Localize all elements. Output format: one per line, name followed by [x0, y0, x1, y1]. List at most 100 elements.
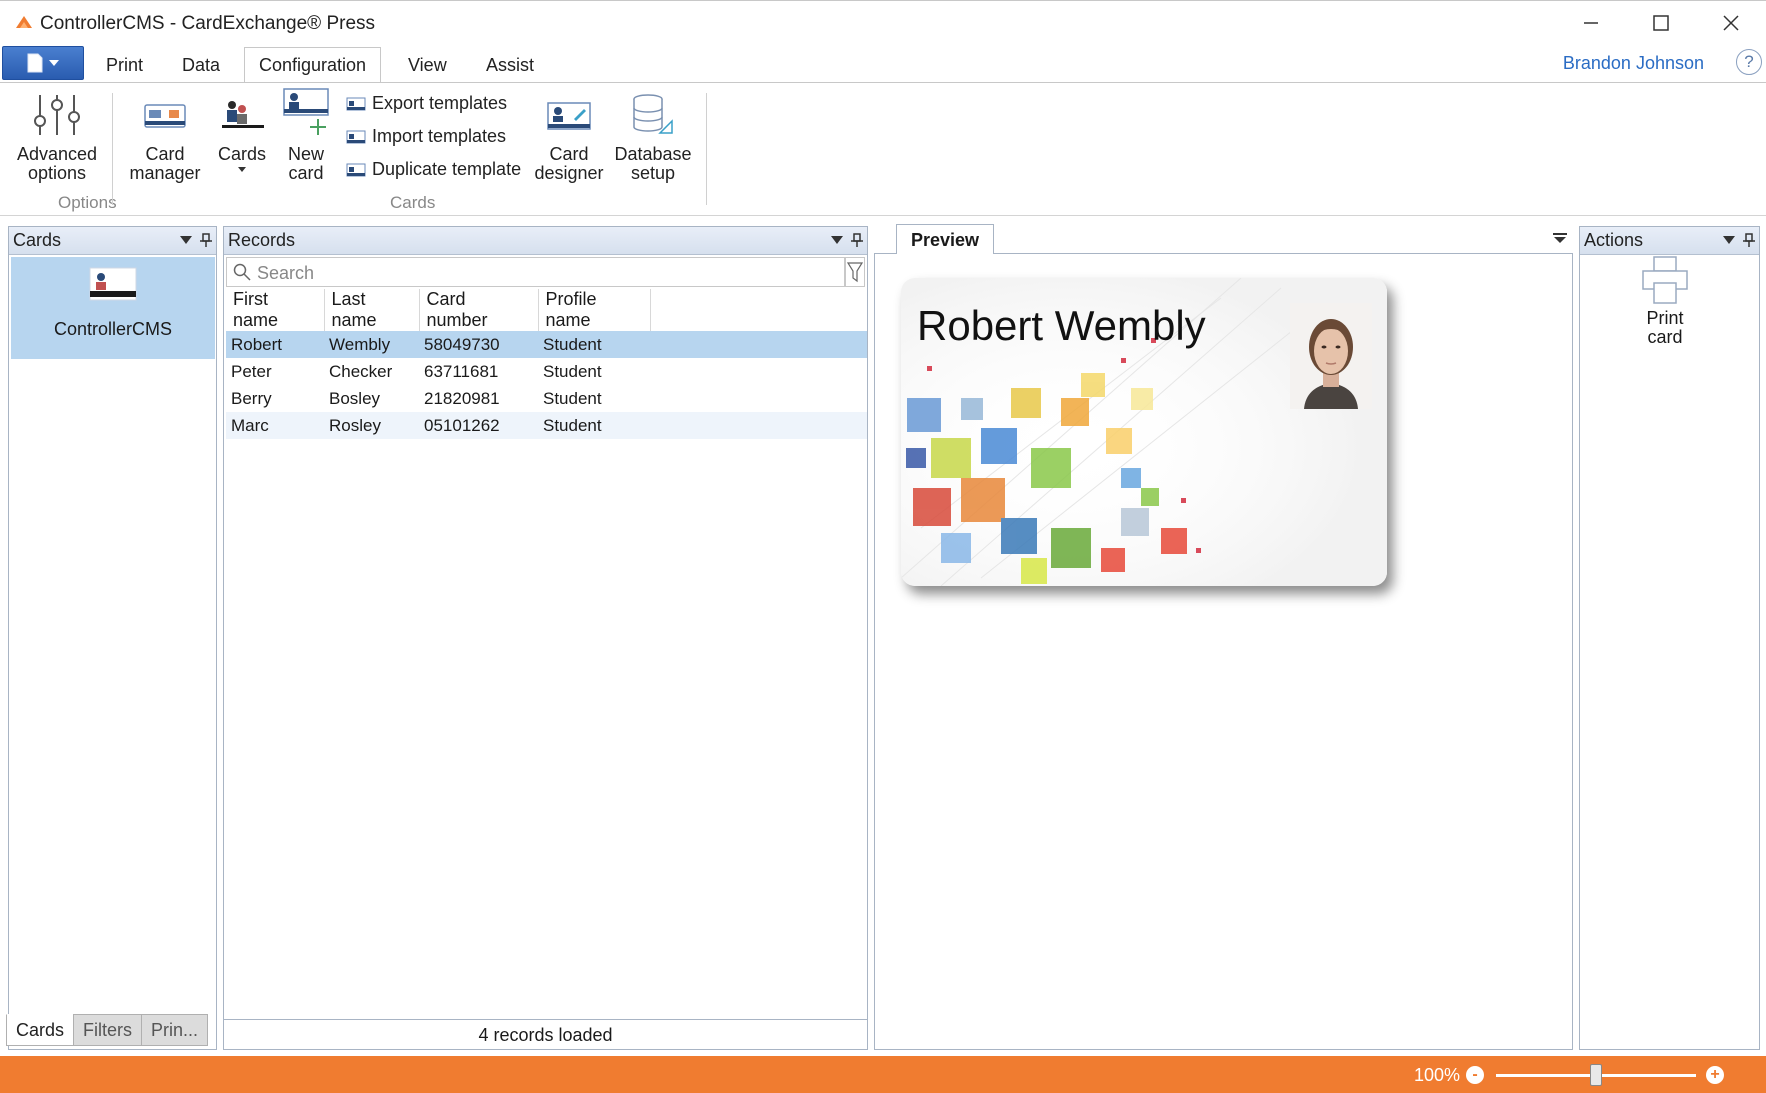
database-icon — [633, 94, 673, 134]
pin-icon[interactable] — [200, 233, 212, 247]
table-row[interactable]: Peter Checker 63711681 Student — [226, 358, 867, 385]
print-card-button[interactable]: Print card — [1640, 255, 1690, 347]
cards-panel-title: Cards — [13, 230, 62, 250]
export-templates-icon — [346, 97, 366, 110]
cell-profile-name: Student — [543, 361, 602, 381]
zoom-out-button[interactable]: - — [1466, 1066, 1484, 1084]
column-filler — [650, 289, 867, 331]
pin-icon[interactable] — [851, 233, 863, 247]
cards-dropdown-button[interactable]: Cards — [212, 93, 272, 172]
ribbon-panel: Advanced options Options Card manager Ca… — [0, 82, 1766, 216]
close-button[interactable] — [1696, 1, 1766, 45]
tab-assist[interactable]: Assist — [472, 48, 548, 82]
dropdown-arrow-icon[interactable] — [831, 236, 843, 244]
cell-card-number: 58049730 — [419, 331, 538, 358]
cards-panel-bottom-tabs: Cards Filters Prin... — [6, 1014, 209, 1046]
printer-icon — [1642, 256, 1688, 304]
cell-card-number: 05101262 — [419, 412, 538, 439]
search-placeholder: Search — [257, 263, 315, 283]
cell-filler — [650, 385, 867, 412]
group-separator — [706, 93, 707, 205]
table-header-row: First name Last name Card number Profile… — [226, 289, 867, 331]
duplicate-template-label: Duplicate template — [372, 159, 522, 179]
card-manager-label-1: Card — [145, 144, 185, 164]
pin-icon[interactable] — [1743, 233, 1755, 247]
cards-icon — [222, 101, 264, 128]
export-templates-button[interactable]: Export templates — [346, 93, 507, 114]
cell-last-name: Bosley — [329, 388, 381, 408]
tab-data[interactable]: Data — [168, 48, 234, 82]
import-templates-icon — [346, 130, 366, 143]
tab-print-queue[interactable]: Prin... — [141, 1014, 209, 1046]
search-input[interactable]: Search — [226, 257, 845, 287]
card-manager-icon — [144, 104, 186, 128]
minimize-icon — [1584, 22, 1598, 24]
id-card-preview[interactable]: Robert Wembly — [901, 278, 1387, 586]
import-templates-button[interactable]: Import templates — [346, 126, 506, 147]
card-manager-label-2: manager — [129, 163, 201, 183]
tab-filters[interactable]: Filters — [73, 1014, 143, 1046]
group-separator — [112, 93, 113, 205]
cell-profile-name: Student — [543, 388, 602, 408]
table-row[interactable]: Berry Bosley 21820981 Student — [226, 385, 867, 412]
cell-last-name: Rosley — [324, 412, 419, 439]
import-templates-label: Import templates — [372, 126, 507, 146]
records-status: 4 records loaded — [224, 1019, 867, 1049]
card-item-label: ControllerCMS — [53, 319, 173, 339]
column-last-name[interactable]: Last name — [324, 289, 420, 331]
cell-last-name: Wembly — [324, 331, 419, 358]
close-icon — [1723, 15, 1739, 31]
tab-preview[interactable]: Preview — [896, 224, 995, 254]
cell-filler — [650, 358, 867, 385]
table-row[interactable]: Marc Rosley 05101262 Student — [226, 412, 867, 439]
column-first-name[interactable]: First name — [226, 289, 325, 331]
zoom-level: 100% — [1413, 1065, 1460, 1085]
user-name-link[interactable]: Brandon Johnson — [1563, 53, 1704, 74]
cell-first-name: Peter — [231, 361, 272, 381]
table-row[interactable]: Robert Wembly 58049730 Student — [226, 331, 867, 358]
zoom-slider-thumb[interactable] — [1590, 1064, 1602, 1086]
column-profile-name[interactable]: Profile name — [538, 289, 651, 331]
dropdown-arrow-icon[interactable] — [180, 236, 192, 244]
card-item-controllercms[interactable]: ControllerCMS — [11, 257, 215, 359]
zoom-in-button[interactable]: + — [1706, 1066, 1724, 1084]
file-menu-button[interactable] — [2, 46, 84, 80]
card-manager-button[interactable]: Card manager — [126, 93, 204, 183]
actions-panel: Actions Print card — [1579, 226, 1760, 1050]
print-card-label-1: Print — [1646, 308, 1684, 328]
sliders-icon — [34, 95, 80, 135]
card-designer-icon — [547, 102, 591, 130]
advanced-options-button[interactable]: Advanced options — [14, 93, 100, 183]
search-icon — [233, 263, 251, 281]
tab-configuration[interactable]: Configuration — [244, 47, 382, 83]
cell-filler — [650, 331, 867, 358]
duplicate-template-button[interactable]: Duplicate template — [346, 159, 521, 180]
minimize-button[interactable] — [1556, 1, 1626, 45]
new-card-icon — [283, 88, 329, 135]
help-icon[interactable]: ? — [1736, 49, 1762, 75]
column-card-number[interactable]: Card number — [419, 289, 539, 331]
records-panel-header: Records — [224, 227, 867, 255]
database-setup-label-1: Database — [614, 144, 692, 164]
cards-panel-header: Cards — [9, 227, 216, 255]
new-card-label-2: card — [288, 163, 324, 183]
database-setup-button[interactable]: Database setup — [612, 93, 694, 183]
document-icon — [27, 53, 43, 73]
tab-print[interactable]: Print — [92, 48, 157, 82]
chevron-down-icon — [238, 167, 246, 172]
new-card-button[interactable]: New card — [280, 87, 332, 183]
card-holder-name: Robert Wembly — [917, 302, 1206, 349]
id-card-icon — [89, 267, 137, 301]
cell-first-name: Berry — [231, 388, 272, 408]
panel-menu-icon[interactable] — [1553, 232, 1567, 244]
tab-view[interactable]: View — [394, 48, 461, 82]
card-designer-button[interactable]: Card designer — [532, 93, 606, 183]
dropdown-arrow-icon[interactable] — [1723, 236, 1735, 244]
cards-group-label: Cards — [390, 193, 436, 212]
tab-cards[interactable]: Cards — [6, 1014, 75, 1046]
filter-button[interactable] — [845, 257, 865, 287]
maximize-button[interactable] — [1626, 1, 1696, 45]
preview-panel: Preview Robert Wembly — [874, 224, 1573, 1050]
title-bar: ControllerCMS - CardExchange® Press — [0, 0, 1766, 44]
cell-card-number: 63711681 — [424, 361, 499, 381]
